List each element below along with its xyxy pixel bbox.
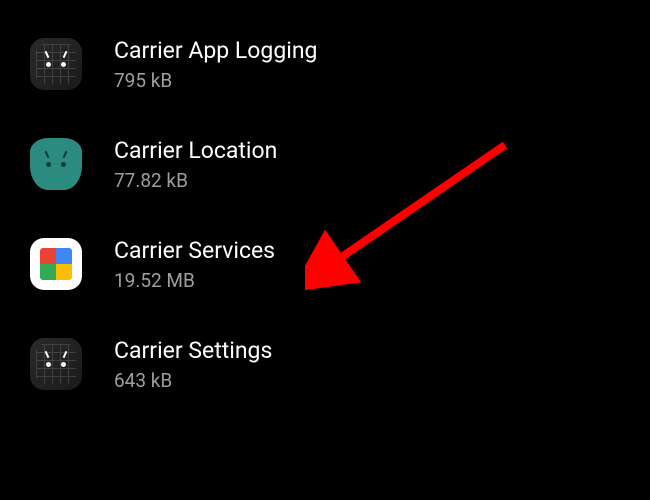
app-item-carrier-location[interactable]: Carrier Location 77.82 kB	[0, 114, 650, 214]
app-text: Carrier Settings 643 kB	[114, 336, 272, 392]
app-name-label: Carrier Settings	[114, 336, 272, 366]
android-grid-icon	[30, 38, 82, 90]
android-teal-icon	[30, 138, 82, 190]
app-name-label: Carrier Services	[114, 236, 275, 266]
app-size-label: 643 kB	[114, 369, 272, 392]
app-list: Carrier App Logging 795 kB Carrier Locat…	[0, 0, 650, 414]
app-item-carrier-services[interactable]: Carrier Services 19.52 MB	[0, 214, 650, 314]
app-size-label: 795 kB	[114, 69, 317, 92]
app-item-carrier-settings[interactable]: Carrier Settings 643 kB	[0, 314, 650, 414]
app-size-label: 77.82 kB	[114, 169, 277, 192]
app-name-label: Carrier App Logging	[114, 36, 317, 66]
app-name-label: Carrier Location	[114, 136, 277, 166]
app-text: Carrier Services 19.52 MB	[114, 236, 275, 292]
app-text: Carrier Location 77.82 kB	[114, 136, 277, 192]
play-services-icon	[30, 238, 82, 290]
android-grid-icon	[30, 338, 82, 390]
app-item-carrier-app-logging[interactable]: Carrier App Logging 795 kB	[0, 14, 650, 114]
app-size-label: 19.52 MB	[114, 269, 275, 292]
app-text: Carrier App Logging 795 kB	[114, 36, 317, 92]
